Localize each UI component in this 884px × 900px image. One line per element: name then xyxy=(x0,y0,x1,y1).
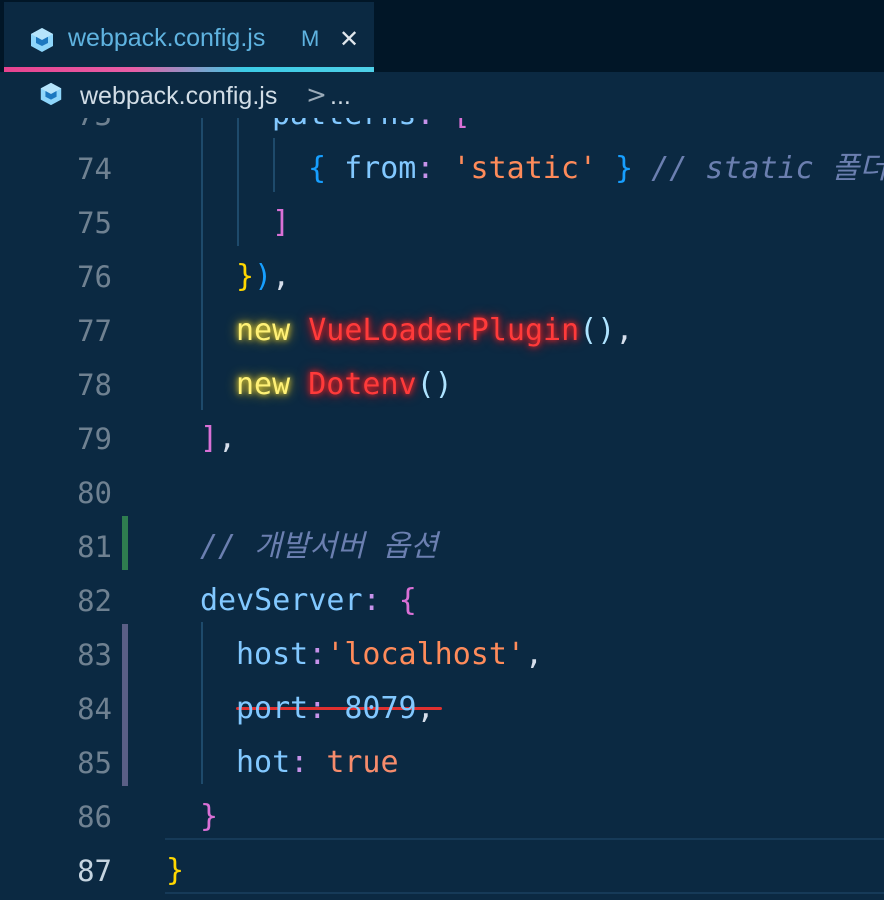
code-token: ) xyxy=(254,259,273,294)
breadcrumb-file[interactable]: webpack.config.js xyxy=(80,82,277,111)
current-line-highlight xyxy=(165,838,884,894)
code-token: : xyxy=(362,583,399,618)
indent-guide xyxy=(273,138,275,192)
indent-guide xyxy=(201,622,203,784)
tab-modified-badge: M xyxy=(301,26,320,51)
code-token: } xyxy=(597,151,652,186)
code-token: : xyxy=(308,637,327,672)
code-token: , xyxy=(615,313,634,348)
change-indicator-modified xyxy=(122,624,128,786)
code-token: } xyxy=(236,259,255,294)
code-token: () xyxy=(416,367,453,402)
code-token: 'localhost' xyxy=(326,637,525,672)
code-token: 8079 xyxy=(344,691,417,726)
code-token: : xyxy=(416,151,453,186)
tab-webpack-config[interactable]: webpack.config.js M ✕ xyxy=(4,2,374,72)
code-token: } xyxy=(200,799,219,834)
code-token: VueLoaderPlugin xyxy=(308,313,580,348)
tab-filename: webpack.config.js xyxy=(68,24,266,52)
code-token: : xyxy=(308,691,345,726)
webpack-cube-icon xyxy=(40,82,62,106)
code-token: , xyxy=(416,691,435,726)
code-token: true xyxy=(326,745,399,780)
code-line[interactable]: new Dotenv() xyxy=(236,358,453,412)
line-number: 77 xyxy=(77,314,112,348)
code-editor[interactable]: 73patterns: [74{ from: 'static' } // sta… xyxy=(0,118,884,900)
code-token: ] xyxy=(200,421,219,456)
line-number: 80 xyxy=(77,476,112,510)
indent-guide xyxy=(237,118,239,246)
code-token: patterns xyxy=(272,118,417,132)
code-line[interactable]: ], xyxy=(200,412,236,466)
code-token: : xyxy=(290,745,327,780)
code-token: Dotenv xyxy=(308,367,417,402)
code-token: 'static' xyxy=(452,151,598,186)
line-number: 76 xyxy=(77,260,112,294)
code-line[interactable]: new VueLoaderPlugin(), xyxy=(236,304,633,358)
code-token: , xyxy=(218,421,237,456)
chevron-right-icon: > xyxy=(306,80,327,109)
code-token: ] xyxy=(272,205,291,240)
code-line[interactable]: host:'localhost', xyxy=(236,628,543,682)
code-token: host xyxy=(236,637,309,672)
close-icon[interactable]: ✕ xyxy=(336,26,362,52)
code-token: new xyxy=(236,367,309,402)
line-number: 78 xyxy=(77,368,112,402)
indent-guide xyxy=(201,118,203,410)
line-number: 73 xyxy=(0,118,112,142)
line-number: 85 xyxy=(77,746,112,780)
code-line[interactable]: } xyxy=(166,844,184,898)
breadcrumb: webpack.config.js > ... xyxy=(0,72,884,118)
code-line[interactable]: // 개발서버 옵션 xyxy=(200,520,438,574)
line-number: 83 xyxy=(77,638,112,672)
webpack-cube-icon xyxy=(31,28,53,52)
line-number: 81 xyxy=(77,530,112,564)
line-number: 86 xyxy=(77,800,112,834)
code-token: hot xyxy=(236,745,291,780)
line-number: 75 xyxy=(77,206,112,240)
code-line[interactable]: port: 8079, xyxy=(236,682,435,736)
code-line[interactable]: hot: true xyxy=(236,736,399,790)
code-token: { xyxy=(398,583,417,618)
code-token: () xyxy=(579,313,616,348)
breadcrumb-more[interactable]: ... xyxy=(330,82,351,111)
code-line[interactable]: patterns: [ xyxy=(272,118,471,142)
change-indicator-added xyxy=(122,516,128,570)
code-line[interactable]: devServer: { xyxy=(200,574,417,628)
code-token: , xyxy=(272,259,291,294)
code-token: // static 폴더 xyxy=(651,151,884,186)
line-number: 87 xyxy=(77,854,112,888)
line-number: 74 xyxy=(77,152,112,186)
code-token: } xyxy=(166,853,185,888)
code-token: from xyxy=(344,151,417,186)
code-token: port xyxy=(236,691,309,726)
tab-bar: webpack.config.js M ✕ xyxy=(0,0,884,72)
code-line[interactable]: } xyxy=(200,790,218,844)
code-token: , xyxy=(525,637,544,672)
line-number: 82 xyxy=(77,584,112,618)
code-token: : xyxy=(417,118,453,132)
code-token: // 개발서버 옵션 xyxy=(200,529,438,564)
code-token: [ xyxy=(453,118,471,132)
line-number: 84 xyxy=(77,692,112,726)
code-line[interactable]: { from: 'static' } // static 폴더 xyxy=(308,142,884,196)
code-line[interactable]: ] xyxy=(272,196,290,250)
code-token: devServer xyxy=(200,583,363,618)
code-token: { xyxy=(308,151,345,186)
code-line[interactable]: }), xyxy=(236,250,290,304)
line-number: 79 xyxy=(77,422,112,456)
code-token: new xyxy=(236,313,309,348)
